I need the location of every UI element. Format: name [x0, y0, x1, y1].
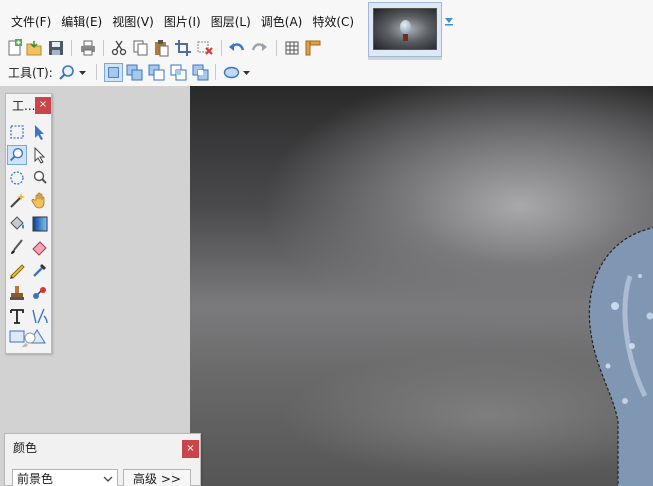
save-icon[interactable]: [47, 39, 65, 57]
chevron-down-icon[interactable]: [78, 69, 87, 78]
close-icon[interactable]: ×: [182, 440, 199, 458]
tools-window: 工... ×: [5, 93, 52, 354]
image-thumbnail: [373, 8, 437, 50]
move-selection-icon[interactable]: [30, 122, 50, 142]
color-target-value: 前景色: [17, 472, 54, 486]
tools-window-title: 工...: [12, 99, 36, 113]
copy-icon[interactable]: [131, 39, 149, 57]
pencil-icon[interactable]: [7, 260, 27, 280]
antialiasing-icon[interactable]: [222, 63, 241, 82]
color-target-select[interactable]: 前景色: [12, 469, 118, 486]
print-icon[interactable]: [79, 39, 97, 57]
text-icon[interactable]: [7, 306, 27, 326]
chevron-down-icon: [103, 476, 113, 482]
close-icon[interactable]: ×: [35, 97, 51, 114]
paintbrush-icon[interactable]: [7, 237, 27, 257]
recolor-icon[interactable]: [30, 283, 50, 303]
toolbar-separator: [96, 64, 97, 80]
paint-bucket-icon[interactable]: [7, 214, 27, 234]
redo-icon[interactable]: [250, 39, 268, 57]
advanced-button[interactable]: 高级 >>: [123, 469, 191, 486]
image-tab[interactable]: [368, 2, 442, 57]
open-icon[interactable]: [25, 39, 43, 57]
toolbar-separator: [71, 40, 72, 56]
paste-icon[interactable]: [152, 39, 170, 57]
line-curve-icon[interactable]: [30, 306, 50, 326]
menu-view[interactable]: 视图(V): [107, 13, 159, 31]
clone-stamp-icon[interactable]: [7, 283, 27, 303]
colors-window: 颜色 × 前景色 高级 >>: [4, 433, 201, 486]
selection-exclude-icon[interactable]: [147, 63, 166, 82]
menu-effects[interactable]: 特效(C): [307, 13, 359, 31]
toolbar-separator: [215, 64, 216, 80]
zoom-icon[interactable]: [7, 145, 27, 165]
gradient-icon[interactable]: [30, 214, 50, 234]
new-image-icon[interactable]: [6, 39, 24, 57]
menu-file[interactable]: 文件(F): [6, 13, 56, 31]
undo-icon[interactable]: [228, 39, 246, 57]
main-menu: 文件(F) 编辑(E) 视图(V) 图片(I) 图层(L) 调色(A) 特效(C…: [6, 13, 359, 31]
move-selected-icon[interactable]: [30, 145, 50, 165]
selection-union-icon[interactable]: [125, 63, 144, 82]
tools-label: 工具(T):: [8, 66, 53, 80]
image-canvas[interactable]: [190, 86, 653, 486]
deselect-icon[interactable]: [196, 39, 214, 57]
toolbar-filler: [442, 38, 653, 60]
chevron-down-icon[interactable]: [444, 16, 454, 26]
pan-icon[interactable]: [30, 191, 50, 211]
menu-edit[interactable]: 编辑(E): [56, 13, 107, 31]
selection-intersect-icon[interactable]: [169, 63, 188, 82]
magic-wand-icon[interactable]: [7, 191, 27, 211]
toolbar-separator: [103, 40, 104, 56]
tool-options-bar: [0, 60, 653, 86]
toolbar-separator: [276, 40, 277, 56]
zoom-icon[interactable]: [58, 63, 77, 82]
eraser-icon[interactable]: [30, 237, 50, 257]
cut-icon[interactable]: [110, 39, 128, 57]
selection-xor-icon[interactable]: [191, 63, 210, 82]
colors-window-title: 颜色: [13, 441, 38, 455]
chevron-down-icon[interactable]: [242, 69, 251, 78]
lasso-icon[interactable]: [7, 168, 27, 188]
ruler-icon[interactable]: [304, 39, 322, 57]
menu-image[interactable]: 图片(I): [159, 13, 206, 31]
menu-adjustments[interactable]: 调色(A): [256, 13, 308, 31]
crop-icon[interactable]: [174, 39, 192, 57]
lightbulb-photo: [588, 227, 653, 486]
selection-replace-icon[interactable]: [104, 63, 123, 82]
rectangle-select-icon[interactable]: [7, 122, 27, 142]
shapes-icon[interactable]: [7, 327, 47, 347]
toolbar-separator: [221, 40, 222, 56]
color-picker-icon[interactable]: [30, 260, 50, 280]
menu-layers[interactable]: 图层(L): [206, 13, 256, 31]
grid-icon[interactable]: [283, 39, 301, 57]
magnifier-icon[interactable]: [30, 168, 50, 188]
